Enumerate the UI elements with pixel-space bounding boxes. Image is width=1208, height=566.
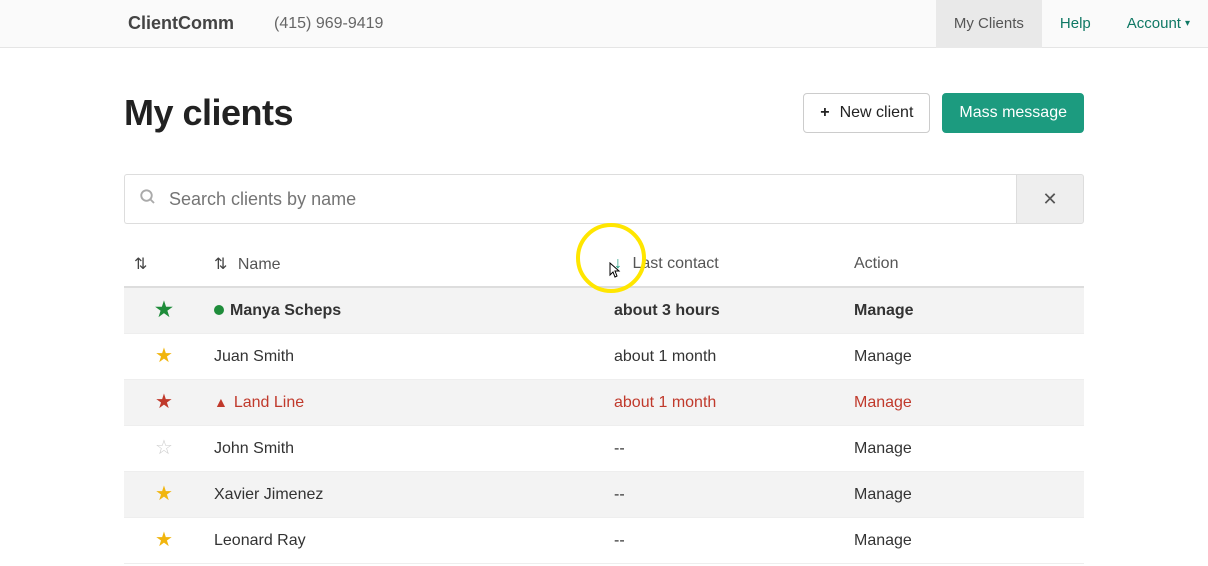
search-icon	[139, 188, 157, 211]
search-wrap: ✕	[124, 174, 1084, 224]
page-title: My clients	[124, 92, 293, 134]
sort-icon: ⇅	[214, 256, 227, 273]
client-name[interactable]: Juan Smith	[214, 348, 294, 365]
table-row: ★ Juan Smith about 1 month Manage	[124, 334, 1084, 380]
col-name-header[interactable]: ⇅ Name	[204, 242, 604, 287]
manage-link[interactable]: Manage	[854, 302, 914, 319]
client-name[interactable]: Land Line	[234, 394, 304, 411]
manage-link[interactable]: Manage	[854, 532, 912, 549]
container: My clients + New client Mass message ✕ ⇅	[124, 48, 1084, 564]
caret-down-icon: ▾	[1185, 18, 1190, 29]
col-name-label: Name	[238, 256, 281, 273]
plus-icon: +	[820, 104, 829, 122]
table-row: ★ ▲ Land Line about 1 month Manage	[124, 380, 1084, 426]
manage-link[interactable]: Manage	[854, 486, 912, 503]
last-contact: --	[604, 472, 844, 518]
header-row: My clients + New client Mass message	[124, 92, 1084, 134]
col-action-label: Action	[854, 255, 898, 272]
client-name[interactable]: Xavier Jimenez	[214, 486, 323, 503]
table-row: ★ Xavier Jimenez -- Manage	[124, 472, 1084, 518]
last-contact: about 3 hours	[604, 287, 844, 334]
clients-table: ⇅ ⇅ Name ↓ Last contact Action	[124, 242, 1084, 564]
sort-icon: ⇅	[134, 256, 147, 273]
nav-right: My Clients Help Account ▾	[936, 0, 1208, 48]
nav-account[interactable]: Account ▾	[1109, 0, 1208, 48]
table-row: ★ Manya Scheps about 3 hours Manage	[124, 287, 1084, 334]
table-row: ★ Leonard Ray -- Manage	[124, 518, 1084, 564]
last-contact: about 1 month	[604, 380, 844, 426]
brand: ClientComm	[128, 13, 234, 34]
star-icon[interactable]: ★	[155, 530, 173, 550]
warning-icon: ▲	[214, 394, 228, 410]
search-clear-button[interactable]: ✕	[1016, 174, 1084, 224]
manage-link[interactable]: Manage	[854, 348, 912, 365]
client-name[interactable]: Manya Scheps	[230, 302, 341, 319]
client-name[interactable]: John Smith	[214, 440, 294, 457]
col-last-label: Last contact	[632, 255, 718, 272]
col-last-contact-header[interactable]: ↓ Last contact	[604, 242, 844, 287]
manage-link[interactable]: Manage	[854, 440, 912, 457]
search-input[interactable]	[169, 189, 1002, 210]
mass-message-button[interactable]: Mass message	[942, 93, 1084, 133]
col-star-header[interactable]: ⇅	[124, 242, 204, 287]
phone-number: (415) 969-9419	[274, 15, 383, 33]
header-actions: + New client Mass message	[803, 93, 1084, 133]
manage-link[interactable]: Manage	[854, 394, 912, 411]
client-name[interactable]: Leonard Ray	[214, 532, 306, 549]
last-contact: about 1 month	[604, 334, 844, 380]
col-action-header: Action	[844, 242, 1084, 287]
search-box[interactable]	[124, 174, 1016, 224]
star-icon[interactable]: ☆	[155, 438, 173, 458]
table-row: ☆ John Smith -- Manage	[124, 426, 1084, 472]
topbar: ClientComm (415) 969-9419 My Clients Hel…	[0, 0, 1208, 48]
star-icon[interactable]: ★	[155, 484, 173, 504]
nav-help[interactable]: Help	[1042, 0, 1109, 48]
sort-down-icon: ↓	[614, 255, 622, 272]
nav-my-clients[interactable]: My Clients	[936, 0, 1042, 48]
new-client-button[interactable]: + New client	[803, 93, 930, 133]
last-contact: --	[604, 518, 844, 564]
star-icon[interactable]: ★	[155, 346, 173, 366]
star-icon[interactable]: ★	[155, 392, 173, 412]
nav-account-label: Account	[1127, 15, 1181, 32]
last-contact: --	[604, 426, 844, 472]
star-icon[interactable]: ★	[155, 300, 173, 320]
new-client-label: New client	[840, 104, 914, 122]
status-dot-icon	[214, 305, 224, 315]
